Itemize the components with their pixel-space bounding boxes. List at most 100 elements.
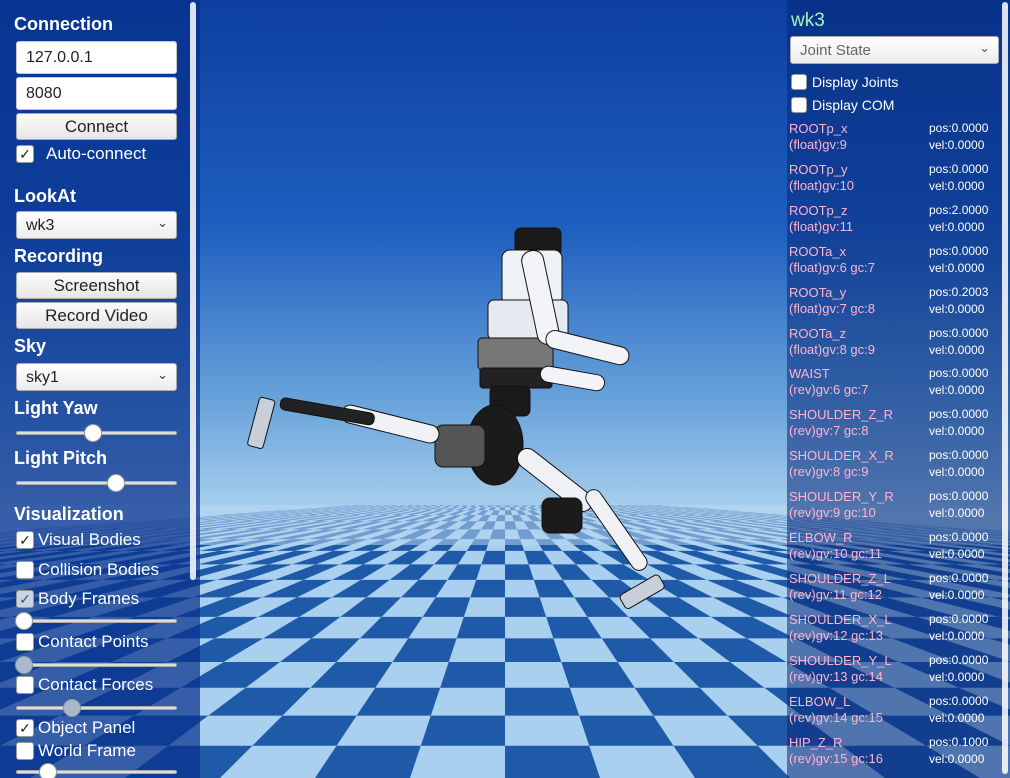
collision-bodies-label: Collision Bodies (38, 560, 159, 579)
auto-connect-label: Auto-connect (46, 144, 147, 163)
joint-position: pos:0.0000 (929, 489, 989, 504)
display-com-checkbox[interactable]: Display COM (791, 97, 894, 113)
lookat-select[interactable]: wk3 ⌄ (16, 211, 177, 239)
check-icon: ✓ (16, 719, 34, 737)
contact-points-slider[interactable] (15, 655, 177, 675)
visual-bodies-label: Visual Bodies (38, 530, 141, 549)
joint-position: pos:0.0000 (929, 693, 989, 708)
joint-name: ROOTa_z (789, 325, 847, 341)
view-mode-select[interactable]: Joint State ⌄ (790, 36, 999, 64)
joint-row: SHOULDER_X_R (rev)gv:8 gc:9 pos:0.0000 vel:… (789, 447, 999, 487)
joint-type: (float)gv:7 gc:8 (789, 300, 875, 316)
joint-row: SHOULDER_Y_L (rev)gv:13 gc:14 pos:0.0000 ve… (789, 652, 999, 692)
joint-row: ROOTa_y (float)gv:7 gc:8 pos:0.2003 vel:0.0… (789, 284, 999, 324)
connection-heading: Connection (14, 14, 113, 34)
connect-button[interactable]: Connect (16, 113, 177, 140)
joint-type: (float)gv:8 gc:9 (789, 341, 875, 357)
slider-thumb[interactable] (15, 656, 34, 674)
body-frames-label: Body Frames (38, 589, 140, 608)
visual-bodies-checkbox[interactable]: ✓ Visual Bodies (16, 530, 141, 550)
contact-points-checkbox[interactable]: Contact Points (16, 632, 149, 652)
slider-track (16, 663, 177, 667)
slider-thumb[interactable] (63, 699, 82, 717)
joint-position: pos:0.0000 (929, 652, 989, 667)
joint-position: pos:0.0000 (929, 570, 989, 585)
port-input[interactable]: 8080 (16, 77, 177, 110)
joint-row: SHOULDER_Z_R (rev)gv:7 gc:8 pos:0.0000 vel:… (789, 406, 999, 446)
joint-row: ELBOW_R (rev)gv:10 gc:11 pos:0.0000 vel:0.0… (789, 529, 999, 569)
slider-thumb[interactable] (39, 763, 58, 778)
joint-velocity: vel:0.0000 (929, 710, 985, 725)
joint-velocity: vel:0.0000 (929, 628, 985, 643)
world-frame-label: World Frame (38, 741, 136, 760)
joint-position: pos:0.0000 (929, 530, 989, 544)
joint-position: pos:0.0000 (929, 325, 989, 340)
sky-heading: Sky (14, 336, 47, 356)
joint-name: ROOTa_y (789, 284, 847, 300)
joint-row: ROOTa_z (float)gv:8 gc:9 pos:0.0000 vel:0.0… (789, 325, 999, 365)
joint-velocity: vel:0.0000 (929, 424, 985, 439)
sky-select[interactable]: sky1 ⌄ (16, 363, 177, 391)
robot-model[interactable] (240, 220, 680, 640)
joint-row: HIP_Z_R (rev)gv:15 gc:16 pos:0.1000 vel:0.0… (789, 734, 999, 774)
joint-type: (rev)gv:14 gc:15 (789, 709, 883, 725)
contact-points-label: Contact Points (38, 632, 149, 651)
joint-name: SHOULDER_Y_L (789, 652, 892, 668)
joint-position: pos:0.0000 (929, 121, 989, 135)
world-frame-slider[interactable] (16, 762, 177, 778)
world-frame-checkbox[interactable]: World Frame (16, 741, 136, 761)
light-pitch-heading: Light Pitch (14, 448, 107, 468)
contact-forces-slider[interactable] (16, 698, 177, 718)
collision-bodies-checkbox[interactable]: Collision Bodies (16, 560, 159, 580)
contact-forces-checkbox[interactable]: Contact Forces (16, 675, 153, 695)
joint-position: pos:0.0000 (929, 161, 989, 176)
joint-name: SHOULDER_X_R (789, 448, 894, 464)
slider-track (16, 706, 177, 710)
slider-track (16, 619, 177, 623)
joint-name: ELBOW_L (789, 693, 851, 709)
sky-selected: sky1 (26, 369, 59, 386)
joint-velocity: vel:0.0000 (929, 506, 985, 521)
check-icon: ✓ (16, 590, 34, 608)
lookat-selected: wk3 (26, 217, 55, 234)
slider-thumb[interactable] (15, 612, 34, 630)
joint-type: (float)gv:10 (789, 177, 855, 193)
left-panel-scrollbar[interactable] (190, 2, 196, 580)
joint-velocity: vel:0.0000 (929, 178, 985, 193)
joint-type: (rev)gv:12 gc:13 (789, 627, 883, 643)
joint-velocity: vel:0.0000 (929, 342, 985, 357)
slider-track (16, 481, 177, 485)
joint-velocity: vel:0.0000 (929, 587, 985, 602)
joint-type: (rev)gv:8 gc:9 (789, 464, 869, 480)
auto-connect-checkbox[interactable]: ✓ Auto-connect (16, 144, 146, 164)
display-joints-checkbox[interactable]: Display Joints (791, 74, 898, 90)
joint-position: pos:0.2003 (929, 284, 989, 299)
joint-velocity: vel:0.0000 (929, 301, 985, 316)
right-panel-scrollbar[interactable] (1002, 2, 1008, 774)
check-icon: ✓ (16, 145, 34, 163)
body-frames-slider[interactable] (15, 611, 177, 631)
joint-velocity: vel:0.0000 (929, 669, 985, 684)
joint-velocity: vel:0.0000 (929, 751, 985, 766)
joint-name: ROOTa_x (789, 243, 847, 259)
joint-row: WAIST (rev)gv:6 gc:7 pos:0.0000 vel:0.0000 (789, 365, 999, 405)
joint-type: (rev)gv:13 gc:14 (789, 668, 883, 684)
light-pitch-slider[interactable] (16, 473, 177, 493)
joint-type: (rev)gv:11 gc:12 (789, 586, 882, 602)
record-video-button[interactable]: Record Video (16, 302, 177, 329)
joint-type: (rev)gv:10 gc:11 (789, 546, 882, 561)
light-yaw-slider[interactable] (16, 423, 177, 443)
object-panel-checkbox[interactable]: ✓ Object Panel (16, 718, 135, 738)
object-panel: wk3 Joint State ⌄ Display Joints Display… (787, 0, 1010, 778)
joint-type: (rev)gv:15 gc:16 (789, 750, 883, 766)
joint-position: pos:0.0000 (929, 407, 989, 422)
ip-address-input[interactable]: 127.0.0.1 (16, 41, 177, 74)
joint-name: HIP_Z_R (789, 734, 843, 750)
joint-velocity: vel:0.0000 (929, 547, 985, 561)
slider-thumb[interactable] (106, 474, 125, 492)
screenshot-button[interactable]: Screenshot (16, 272, 177, 299)
chevron-down-icon: ⌄ (157, 367, 168, 382)
object-panel-label: Object Panel (38, 718, 136, 737)
slider-thumb[interactable] (84, 424, 103, 442)
body-frames-checkbox[interactable]: ✓ Body Frames (16, 589, 139, 609)
